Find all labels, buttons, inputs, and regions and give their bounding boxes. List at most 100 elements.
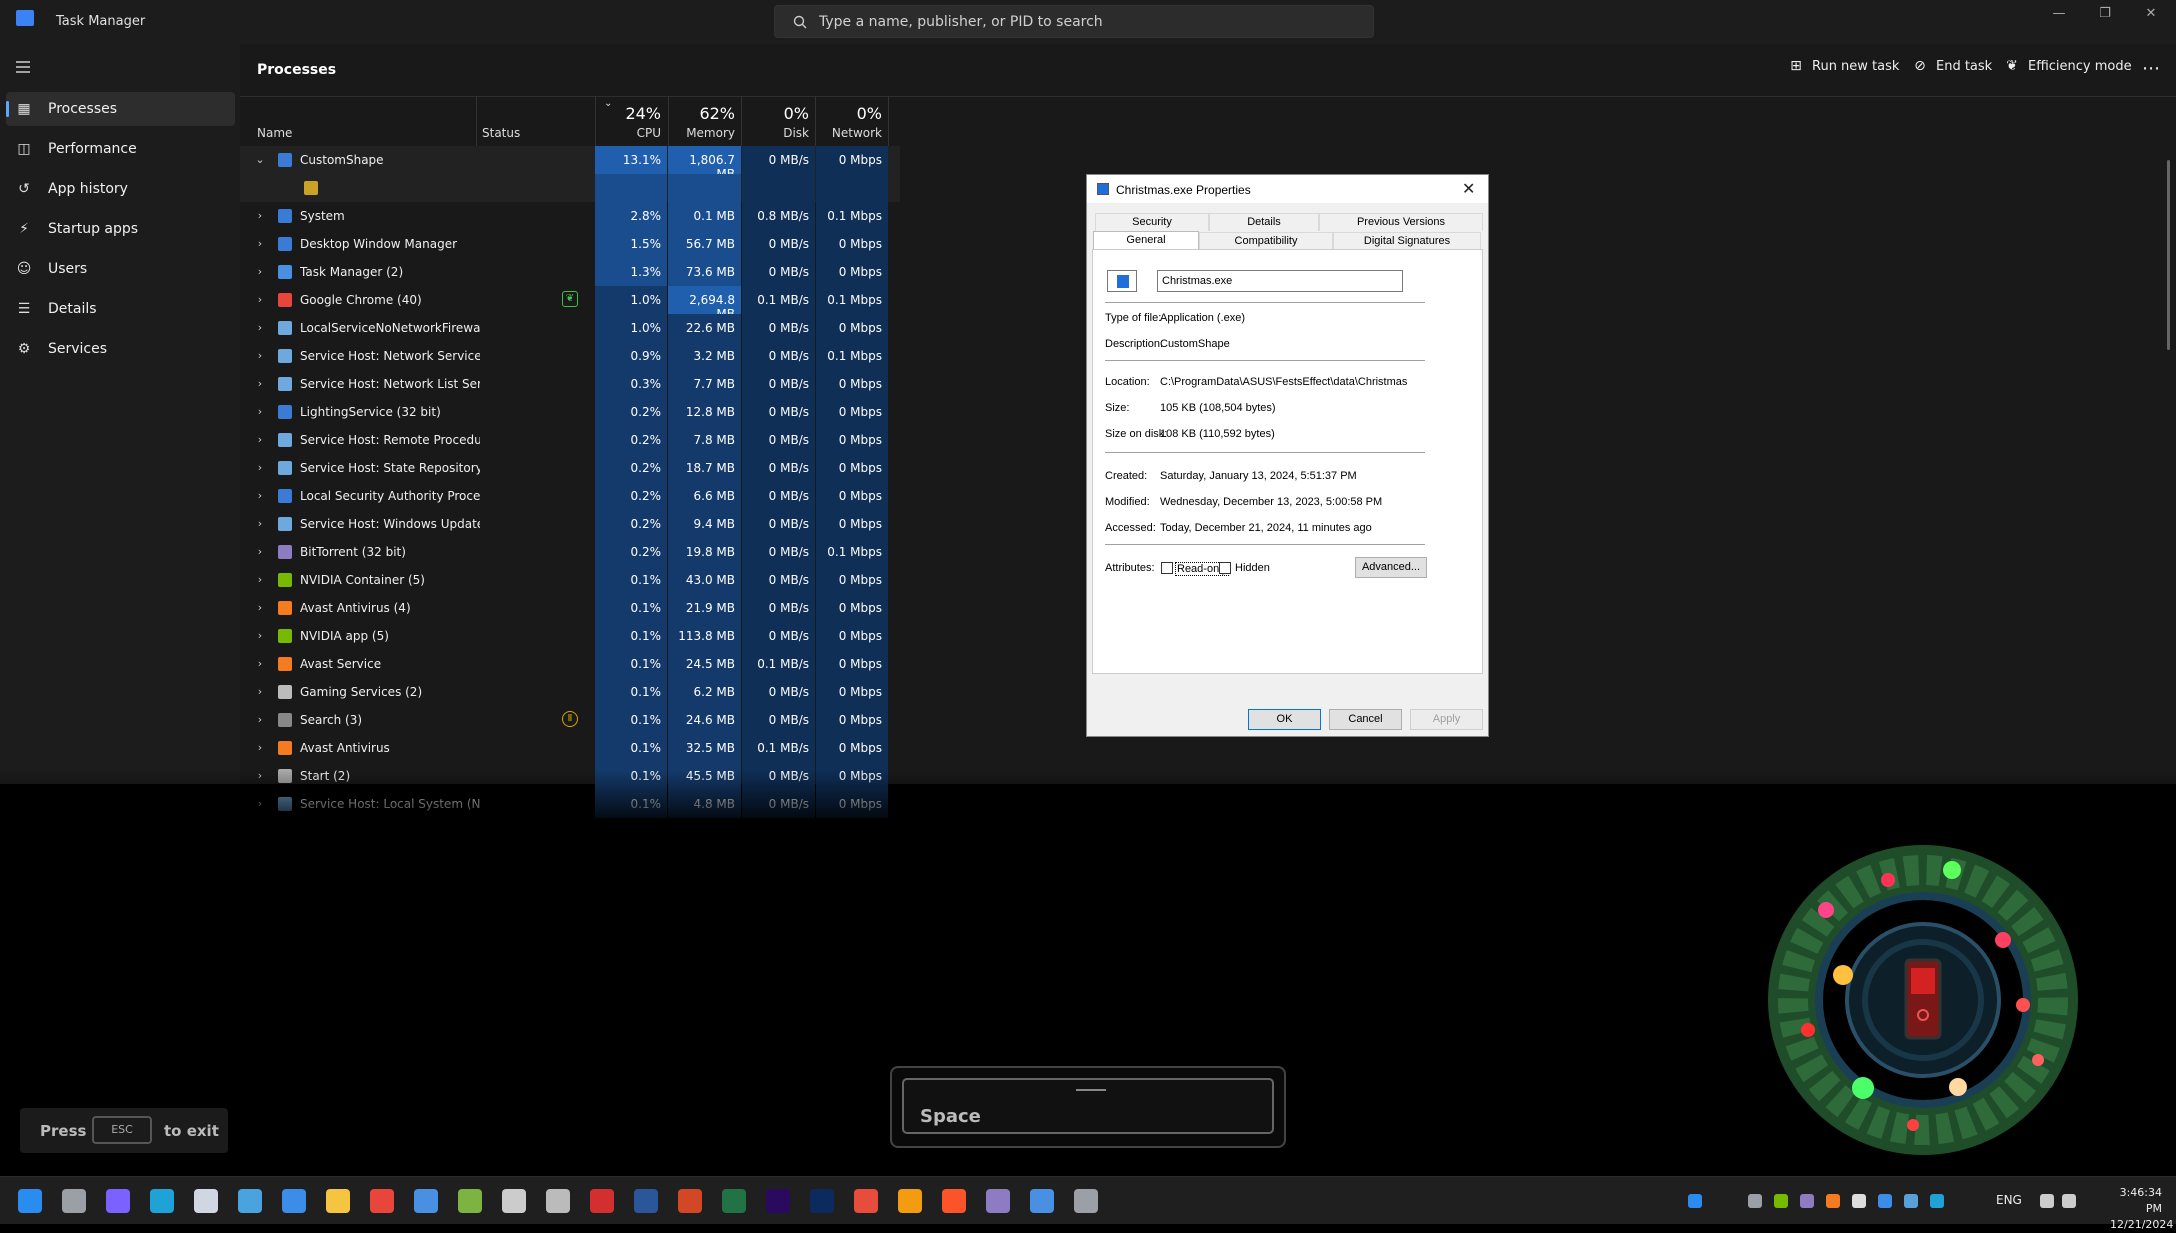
settings-gear-icon[interactable] [1074,1189,1098,1213]
search-box[interactable] [774,5,1374,38]
snagit-icon[interactable] [854,1189,878,1213]
tab-security[interactable]: Security [1095,213,1209,231]
tab-general[interactable]: General [1093,231,1199,250]
maximize-button[interactable]: ❐ [2090,6,2120,21]
copilot-icon[interactable] [106,1189,130,1213]
table-row[interactable]: ⌄ CustomShape 13.1%1,806.7 MB0 MB/s0 Mbps [240,146,900,181]
efficiency-mode-button[interactable]: ❦ Efficiency mode [2004,58,2132,74]
photoshop-icon[interactable] [810,1189,834,1213]
table-row[interactable]: › LightingService (32 bit) 0.2% 12.8 MB 0 MB… [240,398,900,426]
dialog-close-icon[interactable]: ✕ [1462,179,1475,199]
table-row[interactable]: › Avast Antivirus 0.1% 32.5 MB 0.1 MB/s 0 Mbp… [240,734,900,762]
column-header-network[interactable]: Network [816,126,882,140]
task-manager-icon[interactable] [1030,1189,1054,1213]
column-header-memory[interactable]: Memory [668,126,735,140]
search-input[interactable] [819,12,1359,32]
chevron-right-icon[interactable]: › [254,713,266,726]
table-row[interactable]: › Service Host: State Repository ... 0.2% 1… [240,454,900,482]
cloud-icon[interactable] [1852,1194,1866,1208]
table-row[interactable]: › NVIDIA app (5) 0.1% 113.8 MB 0 MB/s 0 Mbps [240,622,900,650]
clapper-icon[interactable] [502,1189,526,1213]
close-window-button[interactable]: ✕ [2136,6,2166,21]
table-row[interactable]: › Avast Service 0.1% 24.5 MB 0.1 MB/s 0 Mbps [240,650,900,678]
chrome-icon[interactable] [370,1189,394,1213]
premiere-icon[interactable] [766,1189,790,1213]
bluetooth-icon[interactable] [1878,1194,1892,1208]
table-row[interactable]: › Local Security Authority Proce... 0.2% 6.… [240,482,900,510]
tab-compatibility[interactable]: Compatibility [1199,232,1333,250]
store-icon[interactable] [282,1189,306,1213]
brave-icon[interactable] [942,1189,966,1213]
table-row[interactable]: › NVIDIA Container (5) 0.1% 43.0 MB 0 MB/s 0 … [240,566,900,594]
tab-previous-versions[interactable]: Previous Versions [1319,213,1483,231]
table-row[interactable]: › Gaming Services (2) 0.1% 6.2 MB 0 MB/s 0 Mb… [240,678,900,706]
tray-box-icon[interactable] [1748,1194,1762,1208]
folder-icon[interactable] [326,1189,350,1213]
chevron-right-icon[interactable]: › [254,489,266,502]
bittorrent-tray-icon[interactable] [1800,1194,1814,1208]
column-header-name[interactable]: Name [257,126,292,140]
globe-icon[interactable] [1904,1194,1918,1208]
chevron-right-icon[interactable]: › [254,237,266,250]
avast-tray-icon[interactable] [1826,1194,1840,1208]
chevron-right-icon[interactable]: › [254,685,266,698]
chevron-right-icon[interactable]: › [254,545,266,558]
table-row[interactable]: › Search (3) Ⅱ 0.1% 24.6 MB 0 MB/s 0 Mbps [240,706,900,734]
table-row[interactable]: › BitTorrent (32 bit) 0.2% 19.8 MB 0 MB/s 0.1… [240,538,900,566]
nvidia-tray-icon[interactable] [1774,1194,1788,1208]
column-header-cpu[interactable]: CPU [610,126,661,140]
chevron-down-icon[interactable]: ⌄ [254,153,266,166]
chevron-right-icon[interactable]: › [254,657,266,670]
chevron-right-icon[interactable]: › [254,433,266,446]
chevron-right-icon[interactable]: › [254,629,266,642]
start-icon[interactable] [18,1189,42,1213]
chevron-right-icon[interactable]: › [254,349,266,362]
obs-icon[interactable] [546,1189,570,1213]
end-task-button[interactable]: ⊘ End task [1912,58,1992,74]
excel-icon[interactable] [722,1189,746,1213]
cancel-button[interactable]: Cancel [1329,709,1402,730]
minimize-button[interactable]: — [2044,6,2074,21]
notepad-icon[interactable] [194,1189,218,1213]
hidden-label[interactable]: Hidden [1235,562,1270,574]
apply-button[interactable]: Apply [1410,709,1483,730]
table-row[interactable]: › Google Chrome (40) ❦ 1.0%2,694.8 MB0.1 MB… [240,286,900,321]
system-clock[interactable]: 3:46:34 PM 12/21/2024 [2110,1185,2173,1233]
android-icon[interactable] [458,1189,482,1213]
table-row[interactable] [240,174,900,202]
powerpoint-icon[interactable] [678,1189,702,1213]
notepad-blue-icon[interactable] [414,1189,438,1213]
hamburger-menu-icon[interactable] [14,60,32,74]
chevron-right-icon[interactable]: › [254,377,266,390]
volume-icon[interactable] [2062,1194,2076,1208]
table-row[interactable]: › Service Host: Windows Update 0.2% 9.4 MB 0… [240,510,900,538]
chevron-right-icon[interactable]: › [254,741,266,754]
run-new-task-button[interactable]: ⊞ Run new task [1788,58,1899,74]
table-row[interactable]: › Desktop Window Manager 1.5% 56.7 MB 0 MB/s… [240,230,900,258]
chevron-right-icon[interactable]: › [254,405,266,418]
table-row[interactable]: › System 2.8% 0.1 MB 0.8 MB/s 0.1 Mbps [240,202,900,230]
app-swirl-icon[interactable] [986,1189,1010,1213]
mail-icon[interactable] [238,1189,262,1213]
sidebar-item-app-history[interactable]: ↺ App history [6,172,235,206]
sidebar-item-users[interactable]: ☺ Users [6,252,235,286]
column-header-disk[interactable]: Disk [742,126,809,140]
table-row[interactable]: › Service Host: Remote Procedu... 0.2% 7.8 … [240,426,900,454]
space-key[interactable]: Space [902,1078,1274,1134]
table-row[interactable]: › LocalServiceNoNetworkFirewa... 1.0% 22.6 … [240,314,900,342]
table-row[interactable]: › Task Manager (2) 1.3% 73.6 MB 0 MB/s 0 Mbps [240,258,900,286]
sidebar-item-performance[interactable]: ◫ Performance [6,132,235,166]
sidebar-item-startup-apps[interactable]: ⚡ Startup apps [6,212,235,246]
file-explorer-shell-icon[interactable] [62,1189,86,1213]
table-row[interactable]: › Avast Antivirus (4) 0.1% 21.9 MB 0 MB/s 0 M… [240,594,900,622]
chevron-right-icon[interactable]: › [254,293,266,306]
read-only-checkbox[interactable] [1161,562,1173,574]
column-header-status[interactable]: Status [482,126,520,140]
sidebar-item-processes[interactable]: ▦ Processes [6,92,235,126]
chevron-right-icon[interactable]: › [254,517,266,530]
more-options-icon[interactable]: ⋯ [2142,58,2160,79]
defender-icon[interactable] [1930,1194,1944,1208]
table-row[interactable]: › Service Host: Network List Ser... 0.3% 7.… [240,370,900,398]
filename-field[interactable] [1157,270,1403,292]
chevron-right-icon[interactable]: › [254,601,266,614]
